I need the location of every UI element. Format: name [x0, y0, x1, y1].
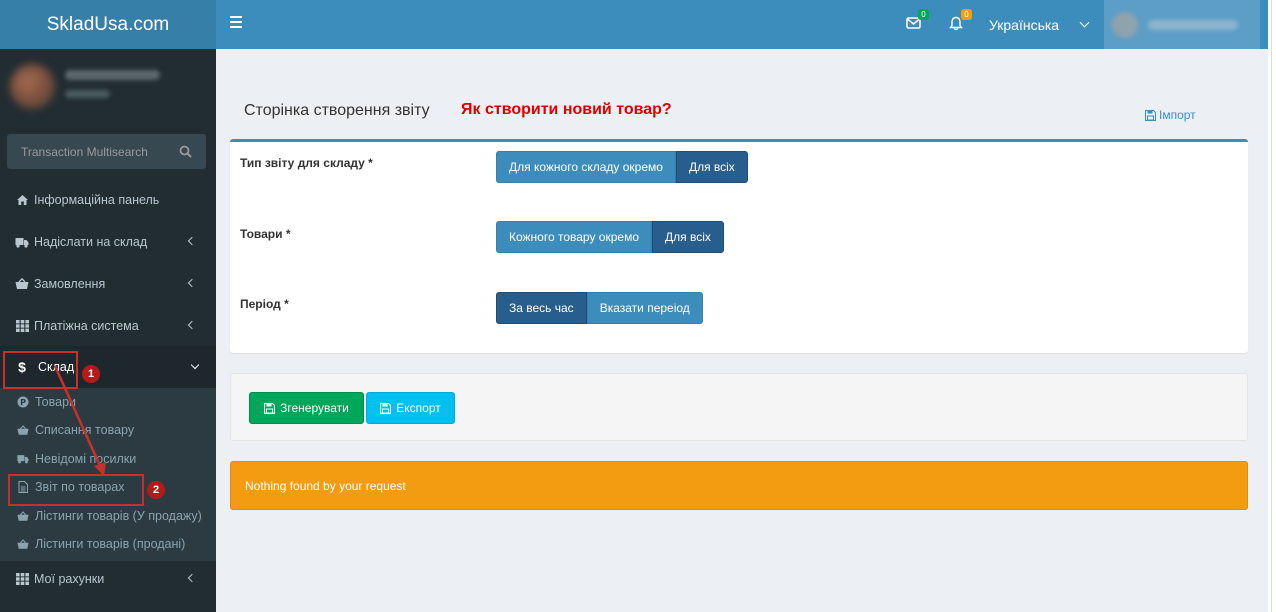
period-toggle: За весь час Вказати переіод [496, 292, 703, 324]
import-link[interactable]: Імпорт [1145, 108, 1196, 122]
warehouse-type-toggle: Для кожного складу окремо Для всіх [496, 151, 748, 183]
language-selector[interactable]: Українська [989, 0, 1090, 49]
basket-icon [17, 510, 29, 522]
sidebar: Інформаційна панель Надіслати на склад З… [0, 49, 216, 612]
products-each-button[interactable]: Кожного товару окремо [496, 221, 652, 253]
page-title: Сторінка створення звіту [244, 102, 430, 119]
sidebar-item-payment-system[interactable]: Платіжна система [0, 305, 216, 347]
logo-text: SkladUsa.com [46, 13, 170, 35]
submenu-item-label: Списання товару [35, 423, 135, 437]
submenu-item-listings-for-sale[interactable]: Лістинги товарів (У продажу) [0, 502, 216, 530]
basket-icon [15, 277, 29, 291]
user-avatar-large [10, 64, 55, 109]
chevron-left-icon [187, 320, 197, 330]
home-icon [15, 193, 29, 207]
products-toggle: Кожного товару окремо Для всіх [496, 221, 724, 253]
export-label: Експорт [396, 401, 441, 415]
annotation-highlight-report [8, 474, 144, 506]
submenu-item-label: Лістинги товарів (продані) [35, 537, 186, 551]
sidebar-item-label: Інформаційна панель [34, 193, 160, 207]
warehouse-each-button[interactable]: Для кожного складу окремо [496, 151, 676, 183]
report-form-box: Тип звіту для складу * Для кожного склад… [230, 139, 1248, 353]
annotation-step-2: 2 [147, 481, 165, 499]
howto-link[interactable]: Як створити новий товар? [461, 101, 672, 119]
warehouse-all-button[interactable]: Для всіх [675, 151, 748, 183]
search-icon[interactable] [179, 145, 192, 161]
search-input[interactable] [7, 144, 172, 159]
submenu-item-listings-sold[interactable]: Лістинги товарів (продані) [0, 530, 216, 558]
period-all-time-button[interactable]: За весь час [496, 292, 587, 324]
product-circle-icon: P [17, 396, 29, 408]
sidebar-item-label: Мої рахунки [34, 572, 105, 586]
warehouse-type-label: Тип звіту для складу * [240, 156, 373, 170]
generate-label: Згенерувати [280, 401, 349, 415]
notifications-badge: 0 [961, 9, 972, 20]
user-menu[interactable] [1104, 0, 1260, 49]
floppy-disk-icon [264, 402, 276, 414]
truck-icon [17, 453, 29, 465]
submenu-item-unknown-parcels[interactable]: Невідомі посилки [0, 445, 216, 473]
sidebar-item-label: Надіслати на склад [34, 235, 148, 249]
chevron-left-icon [187, 236, 197, 246]
period-custom-button[interactable]: Вказати переіод [586, 292, 703, 324]
annotation-highlight-warehouse [3, 351, 78, 389]
sidebar-toggle-icon[interactable] [230, 16, 242, 28]
messages-badge: 0 [918, 9, 929, 20]
sidebar-user-panel [10, 64, 206, 114]
submenu-item-write-off[interactable]: Списання товару [0, 416, 216, 444]
chevron-down-icon [1079, 17, 1090, 27]
chevron-left-icon [187, 573, 197, 583]
alert-text: Nothing found by your request [245, 478, 406, 493]
grid-icon [15, 319, 29, 333]
products-label: Товари * [240, 227, 291, 241]
sidebar-item-orders[interactable]: Замовлення [0, 263, 216, 305]
annotation-step-1: 1 [82, 365, 100, 383]
sidebar-item-dashboard[interactable]: Інформаційна панель [0, 179, 216, 221]
messages-button[interactable]: 0 [906, 9, 929, 32]
app-logo[interactable]: SkladUsa.com [0, 0, 216, 49]
submenu-item-label: Товари [35, 395, 76, 409]
products-all-button[interactable]: Для всіх [652, 221, 724, 253]
user-name-blurred [65, 70, 160, 80]
grid-icon [15, 572, 29, 586]
truck-icon [15, 235, 29, 249]
submenu-item-products[interactable]: P Товари [0, 388, 216, 416]
floppy-disk-icon [380, 402, 392, 414]
sidebar-item-label: Платіжна система [34, 319, 139, 333]
submenu-item-label: Невідомі посилки [35, 452, 137, 466]
no-results-alert: Nothing found by your request [230, 461, 1248, 510]
sidebar-search [7, 134, 206, 169]
user-name-blurred [1148, 19, 1238, 30]
notifications-button[interactable]: 0 [949, 9, 972, 32]
scrollbar-track[interactable] [1268, 0, 1276, 612]
sidebar-item-my-accounts[interactable]: Мої рахунки [0, 558, 216, 600]
user-avatar [1112, 11, 1138, 38]
sidebar-item-send-to-warehouse[interactable]: Надіслати на склад [0, 221, 216, 263]
submenu-item-label: Лістинги товарів (У продажу) [35, 509, 202, 523]
top-navbar: 0 0 Українська [216, 0, 1276, 49]
sidebar-item-label: Замовлення [34, 277, 106, 291]
chevron-down-icon [190, 360, 200, 370]
chevron-left-icon [187, 278, 197, 288]
floppy-disk-icon [1145, 109, 1156, 121]
language-label: Українська [989, 16, 1060, 33]
period-label: Період * [240, 297, 289, 311]
user-status-blurred [65, 90, 110, 98]
basket-icon [17, 424, 29, 436]
svg-text:P: P [20, 398, 26, 407]
export-button[interactable]: Експорт [366, 392, 455, 424]
generate-button[interactable]: Згенерувати [249, 392, 364, 424]
basket-icon [17, 538, 29, 550]
import-label: Імпорт [1159, 108, 1196, 122]
actions-box: Згенерувати Експорт [230, 373, 1248, 441]
